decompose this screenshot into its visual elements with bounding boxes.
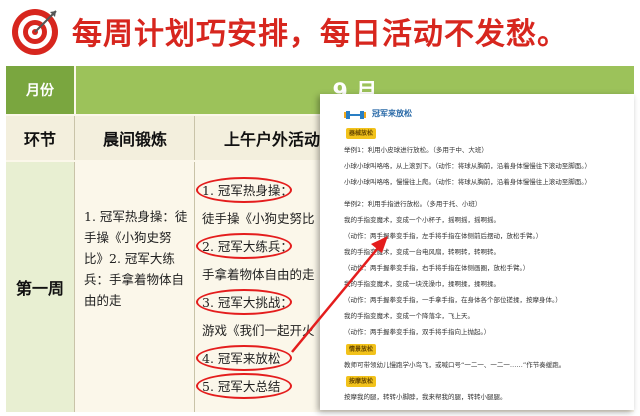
panel-line: 我的手指变魔术，变成一个降落伞，飞上天。 bbox=[344, 312, 474, 320]
panel-line: （动作：两手握拳变手指，右手将手指在体侧画圈，放松手臂。） bbox=[344, 264, 530, 272]
outdoor-line: 徒手操《小狗史努比 bbox=[202, 211, 315, 226]
outdoor-line: 手拿着物体自由的走 bbox=[202, 267, 315, 282]
month-label: 月份 bbox=[6, 66, 74, 114]
panel-line: 小球小球叫咯咯，从上滚到下。（动作：将球从胸前，沿着身体慢慢往下滚动至脚面。） bbox=[344, 162, 591, 170]
highlight-oval bbox=[196, 177, 292, 203]
morning-text: 1. 冠军热身操：徒手操《小狗史努比》2. 冠军大练兵：手拿着物体自由的走 bbox=[84, 209, 188, 308]
panel-line: 教师可带领幼儿慢跑学小鸟飞，或喊口号“一二一、一二一……”作节奏缓跑。 bbox=[344, 361, 566, 369]
panel-line: 举例2：利用手指进行放松。（多用于托、小班） bbox=[344, 200, 482, 208]
page-title: 每周计划巧安排，每日活动不发愁。 bbox=[72, 17, 568, 52]
panel-line: （动作：两手握拳变手指，左手将手指在体侧前后摆动，放松手臂。） bbox=[344, 232, 543, 240]
panel-title: 冠军来放松 bbox=[372, 109, 412, 118]
panel-line: 我的手指变魔术，变成一个小杯子，摇啊摇，摇啊摇。 bbox=[344, 216, 500, 224]
highlight-oval bbox=[196, 233, 292, 259]
highlight-oval bbox=[196, 345, 292, 371]
section-tag: 器械放松 bbox=[346, 128, 377, 139]
highlight-oval bbox=[196, 289, 292, 315]
col-morning-header: 晨间锻炼 bbox=[76, 116, 195, 160]
target-icon bbox=[12, 9, 58, 55]
panel-line: （动作：两手握拳变手指，一手拿手指，在身体各个部位搓揉，按摩身体。） bbox=[344, 296, 562, 304]
morning-cell: 1. 冠军热身操：徒手操《小狗史努比》2. 冠军大练兵：手拿着物体自由的走 bbox=[76, 162, 195, 412]
panel-line: （动作：两手握拳变手指，双手将手指向上抛起。） bbox=[344, 328, 491, 336]
panel-line: 我的手指变魔术，变成一台电风扇，转啊转，转啊转。 bbox=[344, 248, 500, 256]
highlight-oval bbox=[196, 373, 292, 399]
col-section-header: 环节 bbox=[6, 116, 75, 160]
outdoor-line: 游戏《我们一起开火 bbox=[202, 323, 315, 338]
panel-line: 小球小球叫咯咯，慢慢往上爬。（动作：将球从胸前，沿着身体慢慢往上滚动至脚面。） bbox=[344, 178, 591, 186]
header: 每周计划巧安排，每日活动不发愁。 bbox=[0, 0, 640, 64]
section-tag: 按摩放松 bbox=[346, 376, 377, 387]
panel-line: 我的手指变魔术，变成一块洗澡巾，揉啊揉，揉啊揉。 bbox=[344, 280, 500, 288]
panel-line: 举例1：利用小皮球进行放松。（多用于中、大班） bbox=[344, 146, 488, 154]
panel-line: 按摩我的腿，转转小脚脖，我来帮我的腿，转转小腿腿。 bbox=[344, 393, 507, 401]
section-tag: 情景放松 bbox=[346, 344, 377, 355]
dumbbell-icon bbox=[344, 111, 366, 119]
week-label: 第一周 bbox=[6, 162, 75, 412]
detail-panel: 冠军来放松 器械放松 举例1：利用小皮球进行放松。（多用于中、大班） 小球小球叫… bbox=[320, 94, 634, 410]
